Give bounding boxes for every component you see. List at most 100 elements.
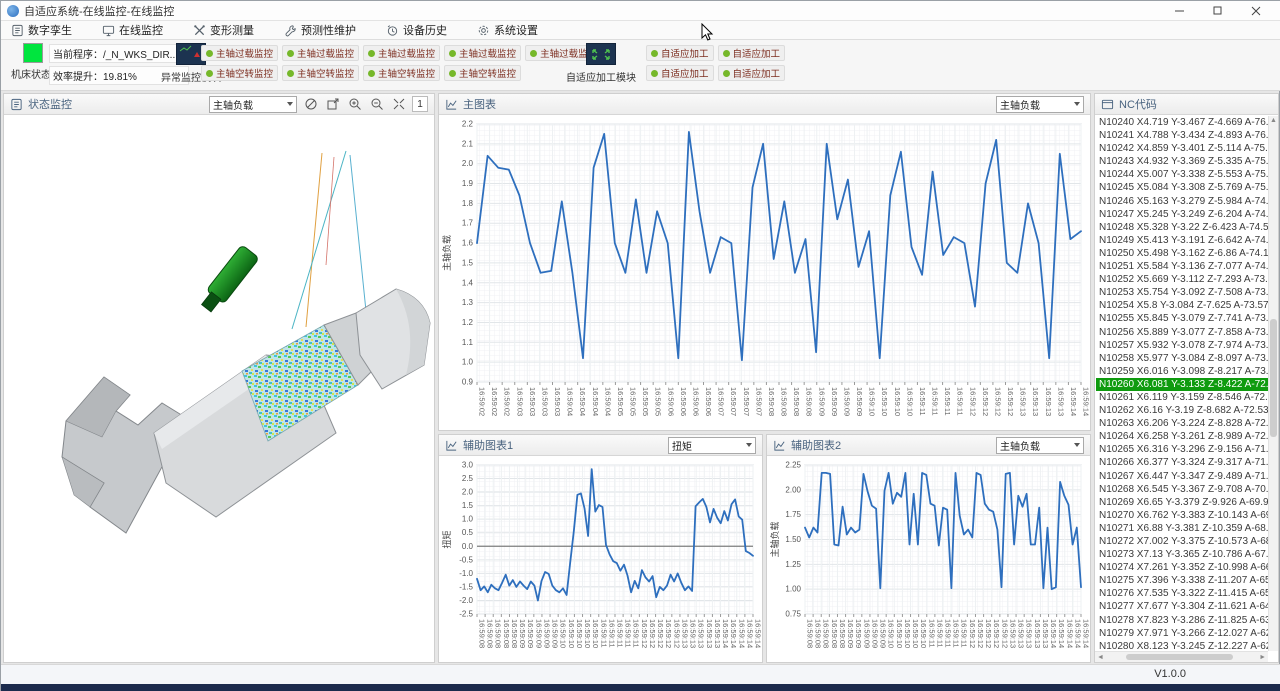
svg-text:16:59:04: 16:59:04: [603, 387, 612, 416]
nc-code-line[interactable]: N10267 X6.447 Y-3.347 Z-9.489 A-71.055: [1096, 470, 1268, 483]
measure-icon: [193, 24, 206, 37]
nc-code-line[interactable]: N10264 X6.258 Y-3.261 Z-8.989 A-72.072: [1096, 430, 1268, 443]
nc-code-line[interactable]: N10274 X7.261 Y-3.352 Z-10.998 A-66.67: [1096, 561, 1268, 574]
menu-item-gear[interactable]: 系统设置: [477, 22, 538, 38]
svg-text:16:59:08: 16:59:08: [780, 387, 789, 416]
nc-code-line[interactable]: N10256 X5.889 Y-3.077 Z-7.858 A-73.348: [1096, 326, 1268, 339]
nc-code-list[interactable]: N10240 X4.719 Y-3.467 Z-4.669 A-76.396N1…: [1096, 116, 1268, 651]
scroll-right-icon[interactable]: ►: [1259, 652, 1266, 663]
scroll-thumb[interactable]: [1270, 319, 1277, 437]
spindle-idle-monitor-button[interactable]: 主轴空转监控: [363, 65, 440, 81]
zoom-in-icon[interactable]: [346, 96, 363, 113]
nc-code-line[interactable]: N10269 X6.65 Y-3.379 Z-9.926 A-69.947 C: [1096, 496, 1268, 509]
nc-code-line[interactable]: N10275 X7.396 Y-3.338 Z-11.207 A-65.95: [1096, 574, 1268, 587]
scroll-up-icon[interactable]: ▲: [1269, 116, 1278, 126]
nc-code-line[interactable]: N10263 X6.206 Y-3.224 Z-8.828 A-72.33 C: [1096, 417, 1268, 430]
nc-code-line[interactable]: N10280 X8.123 Y-3.245 Z-12.227 A-62.23: [1096, 640, 1268, 651]
nc-code-line[interactable]: N10251 X5.584 Y-3.136 Z-7.077 A-74.012: [1096, 260, 1268, 273]
menu-item-monitor[interactable]: 在线监控: [102, 22, 163, 38]
nc-code-line[interactable]: N10270 X6.762 Y-3.383 Z-10.143 A-69.34: [1096, 509, 1268, 522]
spindle-idle-monitor-button[interactable]: 主轴空转监控: [282, 65, 359, 81]
orbit-icon[interactable]: [302, 96, 319, 113]
nc-code-line[interactable]: N10277 X7.677 Y-3.304 Z-11.621 A-64.48: [1096, 600, 1268, 613]
nc-code-line[interactable]: N10245 X5.084 Y-3.308 Z-5.769 A-75.088: [1096, 181, 1268, 194]
svg-text:16:59:10: 16:59:10: [591, 619, 600, 648]
zoom-out-icon[interactable]: [368, 96, 385, 113]
adaptive-module-icon: [586, 43, 616, 65]
maximize-button[interactable]: [1199, 2, 1237, 20]
aux-chart1-metric-select[interactable]: 扭矩: [668, 437, 756, 454]
scroll-left-icon[interactable]: ◄: [1097, 652, 1104, 663]
3d-viewport[interactable]: [4, 115, 434, 662]
chevron-down-icon: [746, 443, 752, 447]
nc-code-line[interactable]: N10276 X7.535 Y-3.322 Z-11.415 A-65.22: [1096, 587, 1268, 600]
spindle-idle-monitor-button[interactable]: 主轴空转监控: [444, 65, 521, 81]
nc-code-line[interactable]: N10258 X5.977 Y-3.084 Z-8.097 A-73.138: [1096, 352, 1268, 365]
adaptive-machining-button[interactable]: 自适应加工: [718, 65, 786, 81]
nc-code-line[interactable]: N10243 X4.932 Y-3.369 Z-5.335 A-75.523: [1096, 155, 1268, 168]
nc-code-line[interactable]: N10246 X5.163 Y-3.279 Z-5.984 A-74.892: [1096, 195, 1268, 208]
nc-code-line[interactable]: N10249 X5.413 Y-3.191 Z-6.642 A-74.346: [1096, 234, 1268, 247]
adaptive-machining-button[interactable]: 自适应加工: [718, 45, 786, 61]
svg-text:16:59:11: 16:59:11: [918, 387, 927, 416]
nc-code-line[interactable]: N10265 X6.316 Y-3.296 Z-9.156 A-71.771: [1096, 443, 1268, 456]
svg-text:16:59:14: 16:59:14: [1057, 619, 1066, 648]
main-chart-metric-select[interactable]: 主轴负载: [996, 96, 1084, 113]
svg-text:16:59:09: 16:59:09: [518, 619, 527, 648]
nc-panel-header: NC代码: [1095, 94, 1278, 115]
fit-view-icon[interactable]: [390, 96, 407, 113]
nc-code-line[interactable]: N10247 X5.245 Y-3.249 Z-6.204 A-74.701: [1096, 208, 1268, 221]
status-metric-select[interactable]: 主轴负载: [209, 96, 297, 113]
nc-code-line[interactable]: N10255 X5.845 Y-3.079 Z-7.741 A-73.458: [1096, 312, 1268, 325]
nc-code-line[interactable]: N10279 X7.971 Y-3.266 Z-12.027 A-62.98: [1096, 627, 1268, 640]
spindle-overload-monitor-button[interactable]: 主轴过载监控: [363, 45, 440, 61]
adaptive-module[interactable]: 自适应加工模块: [566, 43, 636, 84]
nc-code-line[interactable]: N10257 X5.932 Y-3.078 Z-7.974 A-73.243: [1096, 339, 1268, 352]
reset-view-icon[interactable]: [324, 96, 341, 113]
nc-code-line[interactable]: N10271 X6.88 Y-3.381 Z-10.359 A-68.711: [1096, 522, 1268, 535]
adaptive-module-label: 自适应加工模块: [566, 69, 636, 84]
nc-code-line[interactable]: N10266 X6.377 Y-3.324 Z-9.317 A-71.443: [1096, 456, 1268, 469]
menu-item-clock[interactable]: 设备历史: [386, 22, 447, 38]
spindle-idle-monitor-button[interactable]: 主轴空转监控: [201, 65, 278, 81]
nc-code-line[interactable]: N10272 X7.002 Y-3.375 Z-10.573 A-68.05: [1096, 535, 1268, 548]
svg-text:16:59:07: 16:59:07: [742, 387, 751, 416]
adaptive-machining-button[interactable]: 自适应加工: [646, 45, 714, 61]
nc-code-line[interactable]: N10242 X4.859 Y-3.401 Z-5.114 A-75.775: [1096, 142, 1268, 155]
scroll-thumb[interactable]: [1126, 654, 1233, 660]
spindle-overload-monitor-button[interactable]: 主轴过载监控: [444, 45, 521, 61]
minimize-button[interactable]: [1161, 2, 1199, 20]
nc-code-line[interactable]: N10261 X6.119 Y-3.159 Z-8.546 A-72.701: [1096, 391, 1268, 404]
menu-item-measure[interactable]: 变形测量: [193, 22, 254, 38]
nc-code-line[interactable]: N10268 X6.545 Y-3.367 Z-9.708 A-70.519: [1096, 483, 1268, 496]
nc-horizontal-scrollbar[interactable]: ◄ ►: [1095, 651, 1268, 662]
nc-code-line-active[interactable]: N10260 X6.081 Y-3.133 Z-8.422 A-72.835: [1096, 378, 1268, 391]
svg-text:2.0: 2.0: [462, 159, 474, 168]
zoom-scale-value[interactable]: 1: [412, 96, 428, 112]
adaptive-machining-button[interactable]: 自适应加工: [646, 65, 714, 81]
nc-code-line[interactable]: N10254 X5.8 Y-3.084 Z-7.625 A-73.571 C: [1096, 299, 1268, 312]
nc-code-line[interactable]: N10262 X6.16 Y-3.19 Z-8.682 A-72.534 C: [1096, 404, 1268, 417]
line-chart-icon: [445, 98, 458, 111]
close-button[interactable]: [1237, 2, 1275, 20]
svg-text:1.0: 1.0: [462, 358, 474, 367]
nc-code-line[interactable]: N10259 X6.016 Y-3.098 Z-8.217 A-73.036: [1096, 365, 1268, 378]
spindle-overload-monitor-button[interactable]: 主轴过载监控: [201, 45, 278, 61]
svg-text:16:59:12: 16:59:12: [1000, 619, 1009, 648]
nc-code-line[interactable]: N10241 X4.788 Y-3.434 Z-4.893 A-76.062: [1096, 129, 1268, 142]
nc-code-line[interactable]: N10252 X5.669 Y-3.112 Z-7.293 A-73.844: [1096, 273, 1268, 286]
nc-vertical-scrollbar[interactable]: ▲: [1268, 116, 1278, 651]
menu-item-doc[interactable]: 数字孪生: [11, 22, 72, 38]
nc-code-line[interactable]: N10250 X5.498 Y-3.162 Z-6.86 A-74.178 C: [1096, 247, 1268, 260]
nc-code-line[interactable]: N10244 X5.007 Y-3.338 Z-5.553 A-75.297: [1096, 168, 1268, 181]
nc-code-line[interactable]: N10253 X5.754 Y-3.092 Z-7.508 A-73.677: [1096, 286, 1268, 299]
svg-text:16:59:13: 16:59:13: [1017, 619, 1026, 648]
menu-item-wrench[interactable]: 预测性维护: [284, 22, 356, 38]
nc-code-line[interactable]: N10273 X7.13 Y-3.365 Z-10.786 A-67.372: [1096, 548, 1268, 561]
nc-code-line[interactable]: N10248 X5.328 Y-3.22 Z-6.423 A-74.52 C: [1096, 221, 1268, 234]
spindle-overload-monitor-button[interactable]: 主轴过载监控: [282, 45, 359, 61]
svg-text:1.00: 1.00: [785, 585, 801, 594]
nc-code-line[interactable]: N10278 X7.823 Y-3.286 Z-11.825 A-63.73: [1096, 614, 1268, 627]
nc-code-line[interactable]: N10240 X4.719 Y-3.467 Z-4.669 A-76.396: [1096, 116, 1268, 129]
aux-chart2-metric-select[interactable]: 主轴负载: [996, 437, 1084, 454]
